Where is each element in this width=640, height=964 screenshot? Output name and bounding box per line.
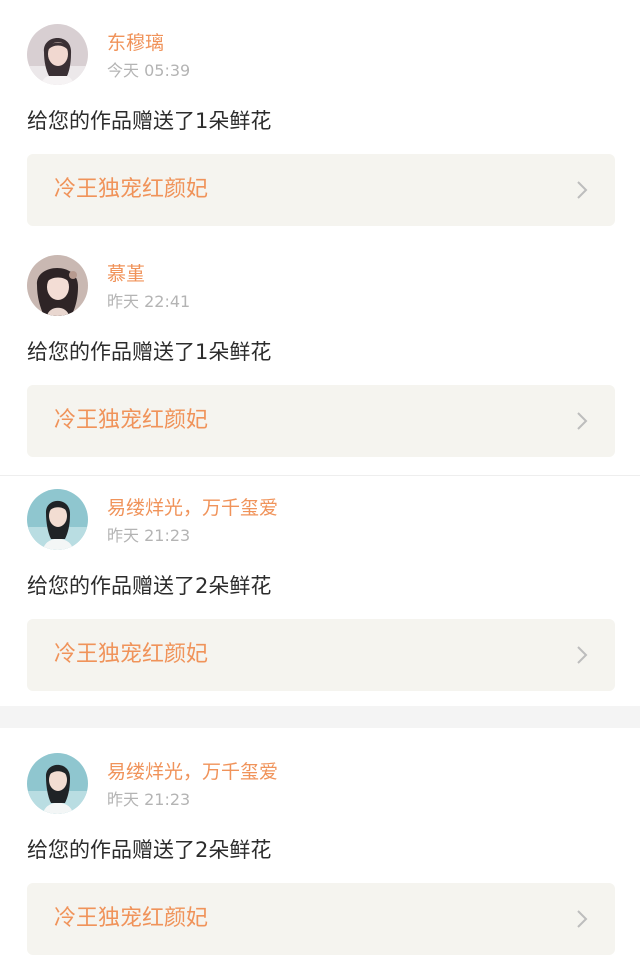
avatar[interactable] <box>27 489 88 550</box>
work-title: 冷王独宠红颜妃 <box>54 906 209 931</box>
gift-message: 给您的作品赠送了1朵鲜花 <box>27 340 272 364</box>
work-link[interactable]: 冷王独宠红颜妃 <box>27 619 615 691</box>
timestamp: 今天 05:39 <box>107 61 191 80</box>
work-title: 冷王独宠红颜妃 <box>54 408 209 433</box>
gift-message: 给您的作品赠送了2朵鲜花 <box>27 574 272 598</box>
avatar[interactable] <box>27 255 88 316</box>
chevron-right-icon <box>575 645 589 665</box>
avatar[interactable] <box>27 753 88 814</box>
timestamp: 昨天 21:23 <box>107 790 191 809</box>
gift-message: 给您的作品赠送了1朵鲜花 <box>27 109 272 133</box>
section-separator <box>0 706 640 728</box>
timestamp: 昨天 21:23 <box>107 526 191 545</box>
chevron-right-icon <box>575 909 589 929</box>
username[interactable]: 易缕烊光，万千玺爱 <box>107 496 278 520</box>
username[interactable]: 易缕烊光，万千玺爱 <box>107 760 278 784</box>
username[interactable]: 慕堇 <box>107 262 145 286</box>
work-title: 冷王独宠红颜妃 <box>54 642 209 667</box>
notification-card: 东穆璃 今天 05:39 给您的作品赠送了1朵鲜花 冷王独宠红颜妃 <box>0 0 640 238</box>
notification-card: 易缕烊光，万千玺爱 昨天 21:23 给您的作品赠送了2朵鲜花 冷王独宠红颜妃 <box>0 476 640 706</box>
notification-card: 慕堇 昨天 22:41 给您的作品赠送了1朵鲜花 冷王独宠红颜妃 <box>0 238 640 475</box>
notification-feed: 东穆璃 今天 05:39 给您的作品赠送了1朵鲜花 冷王独宠红颜妃 慕堇 昨天 … <box>0 0 640 964</box>
work-link[interactable]: 冷王独宠红颜妃 <box>27 385 615 457</box>
timestamp: 昨天 22:41 <box>107 292 191 311</box>
gift-message: 给您的作品赠送了2朵鲜花 <box>27 838 272 862</box>
avatar[interactable] <box>27 24 88 85</box>
notification-card: 易缕烊光，万千玺爱 昨天 21:23 给您的作品赠送了2朵鲜花 冷王独宠红颜妃 <box>0 728 640 964</box>
chevron-right-icon <box>575 411 589 431</box>
work-title: 冷王独宠红颜妃 <box>54 177 209 202</box>
work-link[interactable]: 冷王独宠红颜妃 <box>27 883 615 955</box>
chevron-right-icon <box>575 180 589 200</box>
work-link[interactable]: 冷王独宠红颜妃 <box>27 154 615 226</box>
username[interactable]: 东穆璃 <box>107 31 164 55</box>
